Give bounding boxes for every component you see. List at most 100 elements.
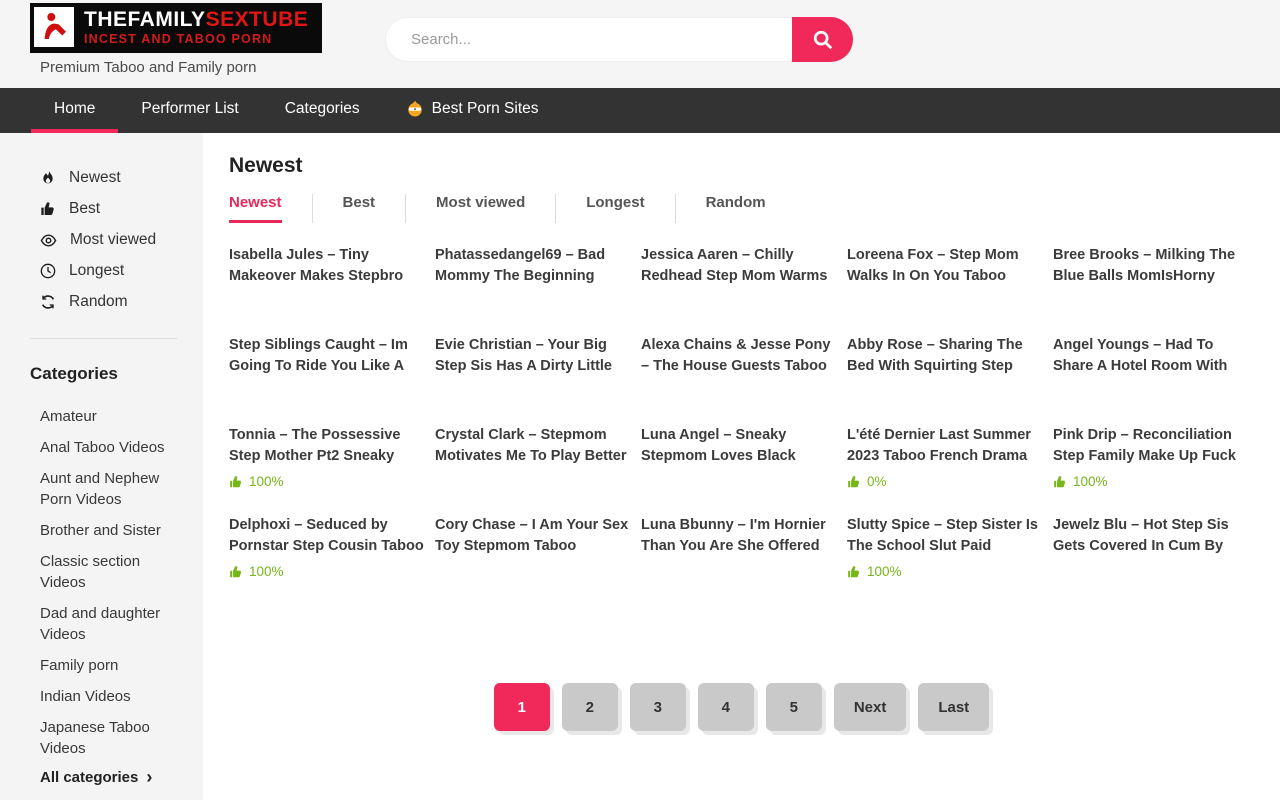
video-title[interactable]: Isabella Jules – Tiny Makeover Makes Ste… <box>229 245 427 287</box>
nav-item-categories[interactable]: Categories <box>262 88 383 133</box>
thumbs-up-icon <box>40 201 56 217</box>
video-title[interactable]: Evie Christian – Your Big Step Sis Has A… <box>435 335 633 377</box>
pagination-page-3[interactable]: 3 <box>630 683 686 731</box>
main-nav: Home Performer List Categories Best Porn… <box>0 88 1280 133</box>
categories-heading: Categories <box>30 364 203 384</box>
sidebar-item-longest[interactable]: Longest <box>0 262 203 280</box>
category-link-dad-daughter[interactable]: Dad and daughter Videos <box>40 603 183 645</box>
video-card[interactable]: Alexa Chains & Jesse Pony – The House Gu… <box>641 335 839 425</box>
video-card[interactable]: Loreena Fox – Step Mom Walks In On You T… <box>847 245 1045 335</box>
tab-longest[interactable]: Longest <box>555 194 674 223</box>
category-link-family-porn[interactable]: Family porn <box>40 655 183 676</box>
category-link-anal-taboo[interactable]: Anal Taboo Videos <box>40 437 183 458</box>
video-rating: 100% <box>847 564 1045 579</box>
video-card[interactable]: Delphoxi – Seduced by Pornstar Step Cous… <box>229 515 427 605</box>
video-grid: Isabella Jules – Tiny Makeover Makes Ste… <box>229 245 1280 605</box>
video-card[interactable]: Luna Angel – Sneaky Stepmom Loves Black … <box>641 425 839 515</box>
video-title[interactable]: Crystal Clark – Stepmom Motivates Me To … <box>435 425 633 467</box>
pagination-last-button[interactable]: Last <box>918 683 989 731</box>
sidebar-item-newest[interactable]: Newest <box>0 169 203 187</box>
category-link-brother-sister[interactable]: Brother and Sister <box>40 520 183 541</box>
video-title[interactable]: Tonnia – The Possessive Step Mother Pt2 … <box>229 425 427 467</box>
sidebar: Newest Best Most viewed <box>0 133 203 800</box>
video-title[interactable]: Angel Youngs – Had To Share A Hotel Room… <box>1053 335 1251 377</box>
video-title[interactable]: Jewelz Blu – Hot Step Sis Gets Covered I… <box>1053 515 1251 557</box>
video-card[interactable]: Evie Christian – Your Big Step Sis Has A… <box>435 335 633 425</box>
page-title: Newest <box>229 154 1280 178</box>
video-card[interactable]: Jessica Aaren – Chilly Redhead Step Mom … <box>641 245 839 335</box>
video-card[interactable]: Bree Brooks – Milking The Blue Balls Mom… <box>1053 245 1251 335</box>
logo-subtitle: INCEST AND TABOO PORN <box>84 32 308 47</box>
video-title[interactable]: Delphoxi – Seduced by Pornstar Step Cous… <box>229 515 427 557</box>
video-title[interactable]: Slutty Spice – Step Sister Is The School… <box>847 515 1045 557</box>
video-card[interactable]: Step Siblings Caught – Im Going To Ride … <box>229 335 427 425</box>
nav-item-performer-list[interactable]: Performer List <box>118 88 261 133</box>
logo-title: THEFAMILYSEXTUBE <box>84 8 308 32</box>
nav-item-best-porn-sites[interactable]: Best Porn Sites <box>383 88 562 133</box>
tab-most-viewed[interactable]: Most viewed <box>405 194 555 223</box>
video-card[interactable]: Luna Bbunny – I'm Hornier Than You Are S… <box>641 515 839 605</box>
flame-icon <box>40 170 56 186</box>
sidebar-divider <box>30 338 177 339</box>
category-link-indian[interactable]: Indian Videos <box>40 686 183 707</box>
category-link-amateur[interactable]: Amateur <box>40 406 183 427</box>
video-card[interactable]: Isabella Jules – Tiny Makeover Makes Ste… <box>229 245 427 335</box>
video-title[interactable]: L'été Dernier Last Summer 2023 Taboo Fre… <box>847 425 1045 467</box>
red-figure-logo-icon <box>34 7 74 47</box>
thumbs-up-icon <box>1053 475 1067 489</box>
tab-random[interactable]: Random <box>675 194 796 223</box>
video-card[interactable]: Angel Youngs – Had To Share A Hotel Room… <box>1053 335 1251 425</box>
eye-icon <box>40 232 57 249</box>
refresh-icon <box>40 294 56 310</box>
video-title[interactable]: Cory Chase – I Am Your Sex Toy Stepmom T… <box>435 515 633 557</box>
sunglasses-face-icon <box>406 100 424 118</box>
video-card[interactable]: Jewelz Blu – Hot Step Sis Gets Covered I… <box>1053 515 1251 605</box>
site-header: THEFAMILYSEXTUBE INCEST AND TABOO PORN P… <box>0 0 1280 88</box>
category-link-japanese-taboo[interactable]: Japanese Taboo Videos <box>40 717 183 759</box>
pagination-page-1[interactable]: 1 <box>494 683 550 731</box>
nav-item-home[interactable]: Home <box>31 88 118 133</box>
video-card[interactable]: Crystal Clark – Stepmom Motivates Me To … <box>435 425 633 515</box>
video-card[interactable]: Abby Rose – Sharing The Bed With Squirti… <box>847 335 1045 425</box>
site-tagline: Premium Taboo and Family porn <box>40 59 257 76</box>
thumbs-up-icon <box>847 475 861 489</box>
clock-icon <box>40 263 56 279</box>
video-card[interactable]: Slutty Spice – Step Sister Is The School… <box>847 515 1045 605</box>
sidebar-item-best[interactable]: Best <box>0 200 203 218</box>
video-title[interactable]: Pink Drip – Reconciliation Step Family M… <box>1053 425 1251 467</box>
pagination-page-4[interactable]: 4 <box>698 683 754 731</box>
video-card[interactable]: Pink Drip – Reconciliation Step Family M… <box>1053 425 1251 515</box>
video-title[interactable]: Luna Bbunny – I'm Hornier Than You Are S… <box>641 515 839 557</box>
video-rating: 100% <box>229 474 427 489</box>
sidebar-item-random[interactable]: Random <box>0 293 203 311</box>
search-input[interactable] <box>385 17 853 62</box>
all-categories-link[interactable]: All categories › <box>40 769 203 786</box>
video-card[interactable]: Phatassedangel69 – Bad Mommy The Beginni… <box>435 245 633 335</box>
video-title[interactable]: Step Siblings Caught – Im Going To Ride … <box>229 335 427 377</box>
video-title[interactable]: Loreena Fox – Step Mom Walks In On You T… <box>847 245 1045 287</box>
category-link-classic-section[interactable]: Classic section Videos <box>40 551 183 593</box>
thumbs-up-icon <box>229 565 243 579</box>
pagination-page-2[interactable]: 2 <box>562 683 618 731</box>
category-link-aunt-nephew[interactable]: Aunt and Nephew Porn Videos <box>40 468 183 510</box>
pagination-next-button[interactable]: Next <box>834 683 907 731</box>
video-title[interactable]: Abby Rose – Sharing The Bed With Squirti… <box>847 335 1045 377</box>
tab-newest[interactable]: Newest <box>229 194 312 223</box>
video-title[interactable]: Jessica Aaren – Chilly Redhead Step Mom … <box>641 245 839 287</box>
site-logo[interactable]: THEFAMILYSEXTUBE INCEST AND TABOO PORN <box>30 3 322 53</box>
search-bar <box>385 17 853 62</box>
video-card[interactable]: L'été Dernier Last Summer 2023 Taboo Fre… <box>847 425 1045 515</box>
video-title[interactable]: Phatassedangel69 – Bad Mommy The Beginni… <box>435 245 633 287</box>
video-title[interactable]: Luna Angel – Sneaky Stepmom Loves Black … <box>641 425 839 467</box>
sidebar-item-most-viewed[interactable]: Most viewed <box>0 231 203 249</box>
pagination: 1 2 3 4 5 Next Last <box>229 683 1254 731</box>
video-card[interactable]: Tonnia – The Possessive Step Mother Pt2 … <box>229 425 427 515</box>
video-title[interactable]: Bree Brooks – Milking The Blue Balls Mom… <box>1053 245 1251 287</box>
tab-best[interactable]: Best <box>312 194 406 223</box>
search-button[interactable] <box>792 17 853 62</box>
thumbs-up-icon <box>229 475 243 489</box>
pagination-page-5[interactable]: 5 <box>766 683 822 731</box>
video-title[interactable]: Alexa Chains & Jesse Pony – The House Gu… <box>641 335 839 377</box>
video-rating: 0% <box>847 474 1045 489</box>
video-card[interactable]: Cory Chase – I Am Your Sex Toy Stepmom T… <box>435 515 633 605</box>
